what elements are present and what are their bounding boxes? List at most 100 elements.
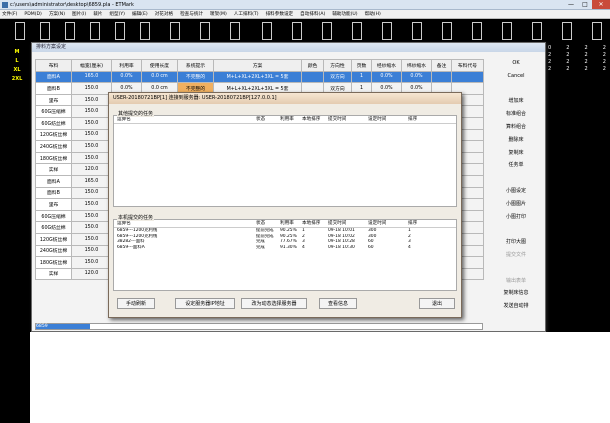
maximize-button[interactable]: □ bbox=[578, 0, 592, 9]
manual-refresh-button[interactable]: 手动刷新 bbox=[117, 298, 155, 309]
table-cell[interactable]: 150.0 bbox=[71, 186, 112, 200]
print-large-button[interactable]: 打印大图 bbox=[487, 236, 545, 249]
column-header[interactable]: 方案 bbox=[213, 59, 302, 72]
pattern-piece[interactable] bbox=[115, 22, 125, 40]
send-auto-nest-button[interactable]: 发送自动排 bbox=[487, 300, 545, 313]
column-header[interactable]: 运算名 bbox=[114, 220, 256, 227]
column-header[interactable]: 经纱缩水 bbox=[371, 59, 402, 72]
progress-label[interactable]: 6859 bbox=[36, 324, 48, 329]
task-sheet-button[interactable]: 任务单 bbox=[487, 159, 545, 172]
fabric-name-cell[interactable]: 60G纺丝棉 bbox=[35, 221, 72, 234]
pattern-piece[interactable] bbox=[322, 22, 332, 40]
ok-button[interactable]: OK bbox=[487, 57, 545, 70]
thumbnail-print-button[interactable]: 小图打印 bbox=[487, 211, 545, 224]
menu-item[interactable]: 帮助(H) bbox=[365, 11, 381, 17]
column-header[interactable]: 系统提示 bbox=[177, 59, 214, 72]
pattern-piece[interactable] bbox=[90, 22, 100, 40]
table-cell[interactable]: 150.0 bbox=[71, 232, 112, 246]
fabric-name-cell[interactable]: 180G纺丝棉 bbox=[35, 256, 72, 269]
export-form-button[interactable]: 输出表单 bbox=[487, 275, 545, 288]
pattern-piece[interactable] bbox=[442, 22, 452, 40]
pattern-piece[interactable] bbox=[200, 22, 210, 40]
exit-button[interactable]: 退出 bbox=[419, 298, 455, 309]
size-label[interactable]: XL bbox=[6, 66, 28, 75]
column-header[interactable]: 利用率 bbox=[111, 59, 142, 72]
fabric-name-cell[interactable]: 60G纺丝棉 bbox=[35, 116, 72, 130]
menu-item[interactable]: 对花对格 bbox=[155, 11, 173, 17]
column-header[interactable]: 提交时间 bbox=[328, 220, 368, 227]
pattern-piece[interactable] bbox=[382, 22, 392, 40]
pattern-piece[interactable] bbox=[15, 22, 25, 40]
table-cell[interactable]: 120.0 bbox=[71, 267, 112, 281]
table-row[interactable]: 面料A 165.0 0.0% 0.0 cm 不完整的 M+L+XL+2XL+3XL = 5… bbox=[35, 70, 484, 84]
fabric-name-cell[interactable]: 120G纺丝棉 bbox=[35, 232, 72, 246]
fabric-name-cell[interactable]: 240G纺丝棉 bbox=[35, 140, 72, 153]
list-item[interactable]: 6859---面料A 完成 91.30% 4 09-18 10:30 60 4 bbox=[114, 245, 456, 251]
column-header[interactable]: 页数 bbox=[351, 59, 372, 72]
column-header[interactable]: 幅宽(厘米) bbox=[71, 59, 112, 72]
column-header[interactable]: 状态 bbox=[256, 220, 280, 227]
fabric-name-cell[interactable]: 60G压缩棉 bbox=[35, 105, 72, 118]
pattern-piece[interactable] bbox=[40, 22, 50, 40]
menu-item[interactable]: 裁片 bbox=[93, 11, 102, 17]
table-cell[interactable]: 1 bbox=[351, 70, 372, 84]
column-header[interactable]: 运算名 bbox=[114, 116, 256, 123]
table-cell[interactable]: M+L+XL+2XL+3XL = 5套 bbox=[213, 70, 302, 84]
fabric-name-cell[interactable]: 实样 bbox=[35, 267, 72, 281]
table-cell[interactable]: 120.0 bbox=[71, 163, 112, 176]
menu-item[interactable]: 检查与统计 bbox=[180, 11, 203, 17]
pattern-piece[interactable] bbox=[230, 22, 240, 40]
column-header[interactable]: 设定时间 bbox=[368, 220, 408, 227]
fabric-name-cell[interactable]: 面料B bbox=[35, 186, 72, 200]
menu-item[interactable]: 文件(F) bbox=[2, 11, 17, 17]
table-cell[interactable]: 150.0 bbox=[71, 105, 112, 118]
close-button[interactable]: ✕ bbox=[592, 0, 610, 9]
menu-item[interactable]: 方案(N) bbox=[49, 11, 65, 17]
table-cell[interactable]: 双方向 bbox=[323, 70, 352, 84]
size-label[interactable]: L bbox=[6, 57, 28, 66]
delete-bed-button[interactable]: 删除床 bbox=[487, 134, 545, 147]
table-cell[interactable]: 150.0 bbox=[71, 116, 112, 130]
table-cell[interactable]: 150.0 bbox=[71, 140, 112, 153]
menu-item[interactable]: PDM(D) bbox=[24, 12, 41, 17]
column-header[interactable]: 颜色 bbox=[301, 59, 324, 72]
table-cell[interactable] bbox=[301, 70, 324, 84]
column-header[interactable]: 布料 bbox=[35, 59, 72, 72]
table-cell[interactable]: 150.0 bbox=[71, 209, 112, 223]
table-cell[interactable]: 150.0 bbox=[71, 128, 112, 142]
table-cell[interactable]: 0.0% bbox=[371, 70, 402, 84]
table-cell[interactable]: 0.0% bbox=[111, 70, 142, 84]
table-cell[interactable]: 150.0 bbox=[71, 198, 112, 211]
table-cell[interactable]: 150.0 bbox=[71, 256, 112, 269]
column-header[interactable]: 本地排序 bbox=[302, 220, 328, 227]
pattern-piece[interactable] bbox=[502, 22, 512, 40]
pattern-piece[interactable] bbox=[472, 22, 482, 40]
menu-item[interactable]: 自动排料(A) bbox=[300, 11, 325, 17]
pattern-piece[interactable] bbox=[562, 22, 572, 40]
pattern-piece[interactable] bbox=[65, 22, 75, 40]
column-header[interactable]: 提交时间 bbox=[328, 116, 368, 123]
column-header[interactable]: 排序 bbox=[408, 116, 448, 123]
table-cell[interactable] bbox=[431, 70, 452, 84]
column-header[interactable]: 方向性 bbox=[323, 59, 352, 72]
add-bed-button[interactable]: 增加床 bbox=[487, 95, 545, 108]
fabric-name-cell[interactable]: 面料A bbox=[35, 70, 72, 84]
column-header[interactable]: 利用率 bbox=[280, 116, 302, 123]
column-header[interactable]: 纬纱缩水 bbox=[401, 59, 432, 72]
table-cell[interactable]: 150.0 bbox=[71, 244, 112, 258]
pattern-piece[interactable] bbox=[140, 22, 150, 40]
pattern-piece[interactable] bbox=[532, 22, 542, 40]
pattern-piece[interactable] bbox=[352, 22, 362, 40]
table-cell[interactable]: 165.0 bbox=[71, 70, 112, 84]
table-cell[interactable]: 150.0 bbox=[71, 82, 112, 95]
fabric-name-cell[interactable]: 里布 bbox=[35, 198, 72, 211]
table-cell[interactable]: 150.0 bbox=[71, 221, 112, 234]
cancel-button[interactable]: Cancel bbox=[487, 70, 545, 83]
minimize-button[interactable]: — bbox=[564, 0, 578, 9]
menu-item[interactable]: 图片(I) bbox=[72, 11, 86, 17]
menu-item[interactable]: 人工排料(T) bbox=[234, 11, 259, 17]
pattern-piece[interactable] bbox=[592, 22, 602, 40]
calc-combo-button[interactable]: 算料组合 bbox=[487, 121, 545, 134]
table-cell[interactable]: 0.0 cm bbox=[141, 70, 178, 84]
column-header[interactable]: 设定时间 bbox=[368, 116, 408, 123]
